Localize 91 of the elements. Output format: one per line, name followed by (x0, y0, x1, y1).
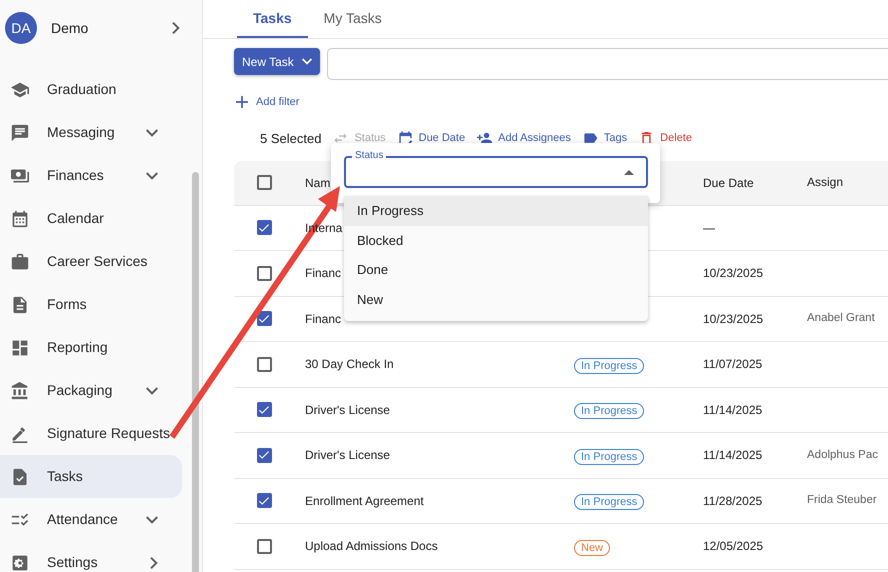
caret-up-icon (624, 170, 634, 174)
checkbox[interactable] (256, 220, 272, 236)
checkmark-icon (259, 314, 269, 323)
column-header: Due Date (703, 176, 754, 190)
sidebar-item[interactable]: Finances (0, 154, 182, 197)
due-date: 11/14/2025 (703, 448, 762, 462)
due-date: 10/23/2025 (703, 312, 764, 326)
sidebar-item[interactable]: Reporting (0, 326, 182, 369)
chevron-down-icon (146, 516, 158, 524)
sidebar-item[interactable]: Career Services (0, 240, 182, 283)
status-tag: In Progress (574, 494, 644, 510)
checkbox[interactable] (256, 311, 272, 326)
due-date-button[interactable]: Due Date (398, 130, 466, 147)
sidebar-item[interactable]: Packaging (0, 369, 182, 412)
dashboard-icon (11, 338, 29, 356)
column-header: Assign (807, 174, 844, 189)
menu-option[interactable]: In Progress (344, 196, 648, 226)
bank-icon (11, 382, 29, 400)
chevron-right-icon (172, 22, 180, 34)
status-tag: In Progress (574, 448, 644, 464)
status-tag: In Progress (574, 358, 644, 374)
menu-option[interactable]: New (344, 285, 648, 315)
plus-icon (236, 96, 248, 108)
task-name: Driver's License (305, 448, 390, 462)
due-date: 10/23/2025 (703, 266, 764, 280)
column-header: Nam (305, 176, 330, 190)
assignee-name: Anabel Grant (807, 312, 875, 324)
due-date: 11/07/2025 (703, 357, 762, 372)
chevron-right-icon (150, 556, 158, 568)
avatar: DA (5, 12, 37, 44)
tab[interactable]: My Tasks (308, 0, 398, 38)
settings-icon (11, 554, 29, 572)
menu-option[interactable]: Done (344, 255, 648, 286)
calendar-icon (11, 210, 29, 228)
sidebar-item[interactable]: Messaging (0, 111, 182, 154)
checkbox[interactable] (256, 493, 272, 508)
sidebar-item[interactable]: Graduation (0, 68, 182, 111)
sidebar-item[interactable]: Attendance (0, 498, 182, 541)
chevron-down-icon (146, 386, 158, 394)
new-task-button[interactable]: New Task (234, 48, 320, 75)
checkmark-icon (259, 224, 269, 232)
selected-count: 5 Selected (260, 130, 322, 148)
checkbox[interactable] (256, 538, 272, 554)
task-name: Enrollment Agreement (305, 494, 424, 508)
graduation-cap-icon (11, 80, 29, 98)
checkmark-icon (259, 451, 269, 460)
due-date: 12/05/2025 (703, 539, 764, 554)
checkbox[interactable] (256, 448, 272, 463)
chevron-down-icon (146, 172, 158, 180)
checkmark-icon (259, 496, 269, 505)
document-icon (11, 296, 29, 314)
status-tag: New (574, 540, 610, 556)
sidebar-item[interactable]: Tasks (0, 455, 182, 498)
sidebar-item[interactable]: Signature Requests (0, 412, 182, 455)
chevron-down-icon (146, 128, 158, 136)
task-name: Financ (305, 312, 342, 326)
task-name: Upload Admissions Docs (305, 539, 438, 554)
tag-icon (582, 131, 598, 146)
person-add-icon (477, 131, 492, 146)
due-date: 11/14/2025 (703, 402, 762, 417)
checklist-icon (11, 510, 29, 528)
checkbox[interactable] (256, 402, 272, 418)
calendar-icon (398, 131, 413, 146)
due-date: — (703, 220, 715, 235)
account-name: Demo (51, 18, 90, 38)
add-filter-button[interactable]: Add filter (236, 94, 300, 110)
sidebar-item[interactable]: Forms (0, 283, 182, 326)
chat-icon (11, 124, 29, 142)
checkbox[interactable] (256, 356, 272, 372)
task-name: 30 Day Check In (305, 357, 394, 372)
checkbox[interactable] (256, 175, 272, 190)
checkbox[interactable] (256, 266, 272, 281)
search-field[interactable] (326, 48, 888, 80)
money-icon (11, 166, 29, 184)
status-tag: In Progress (574, 403, 644, 419)
scrollbar-thumb[interactable] (192, 172, 199, 572)
tab[interactable]: Tasks (237, 0, 308, 38)
assignee-name: Adolphus Pac (807, 448, 878, 461)
task-icon (11, 468, 29, 486)
pen-icon (11, 424, 29, 442)
assignee-name: Frida Steuber (807, 494, 877, 506)
task-name: Driver's License (305, 402, 390, 417)
briefcase-icon (11, 252, 29, 270)
checkmark-icon (259, 406, 269, 414)
sidebar-item[interactable]: Calendar (0, 197, 182, 240)
tags-button[interactable]: Tags (582, 130, 628, 147)
menu-option[interactable]: Blocked (344, 226, 648, 256)
sidebar-item[interactable]: Settings (0, 541, 182, 572)
chevron-down-icon (302, 58, 312, 65)
due-date: 11/28/2025 (703, 494, 762, 508)
task-name: Financ (305, 266, 342, 280)
